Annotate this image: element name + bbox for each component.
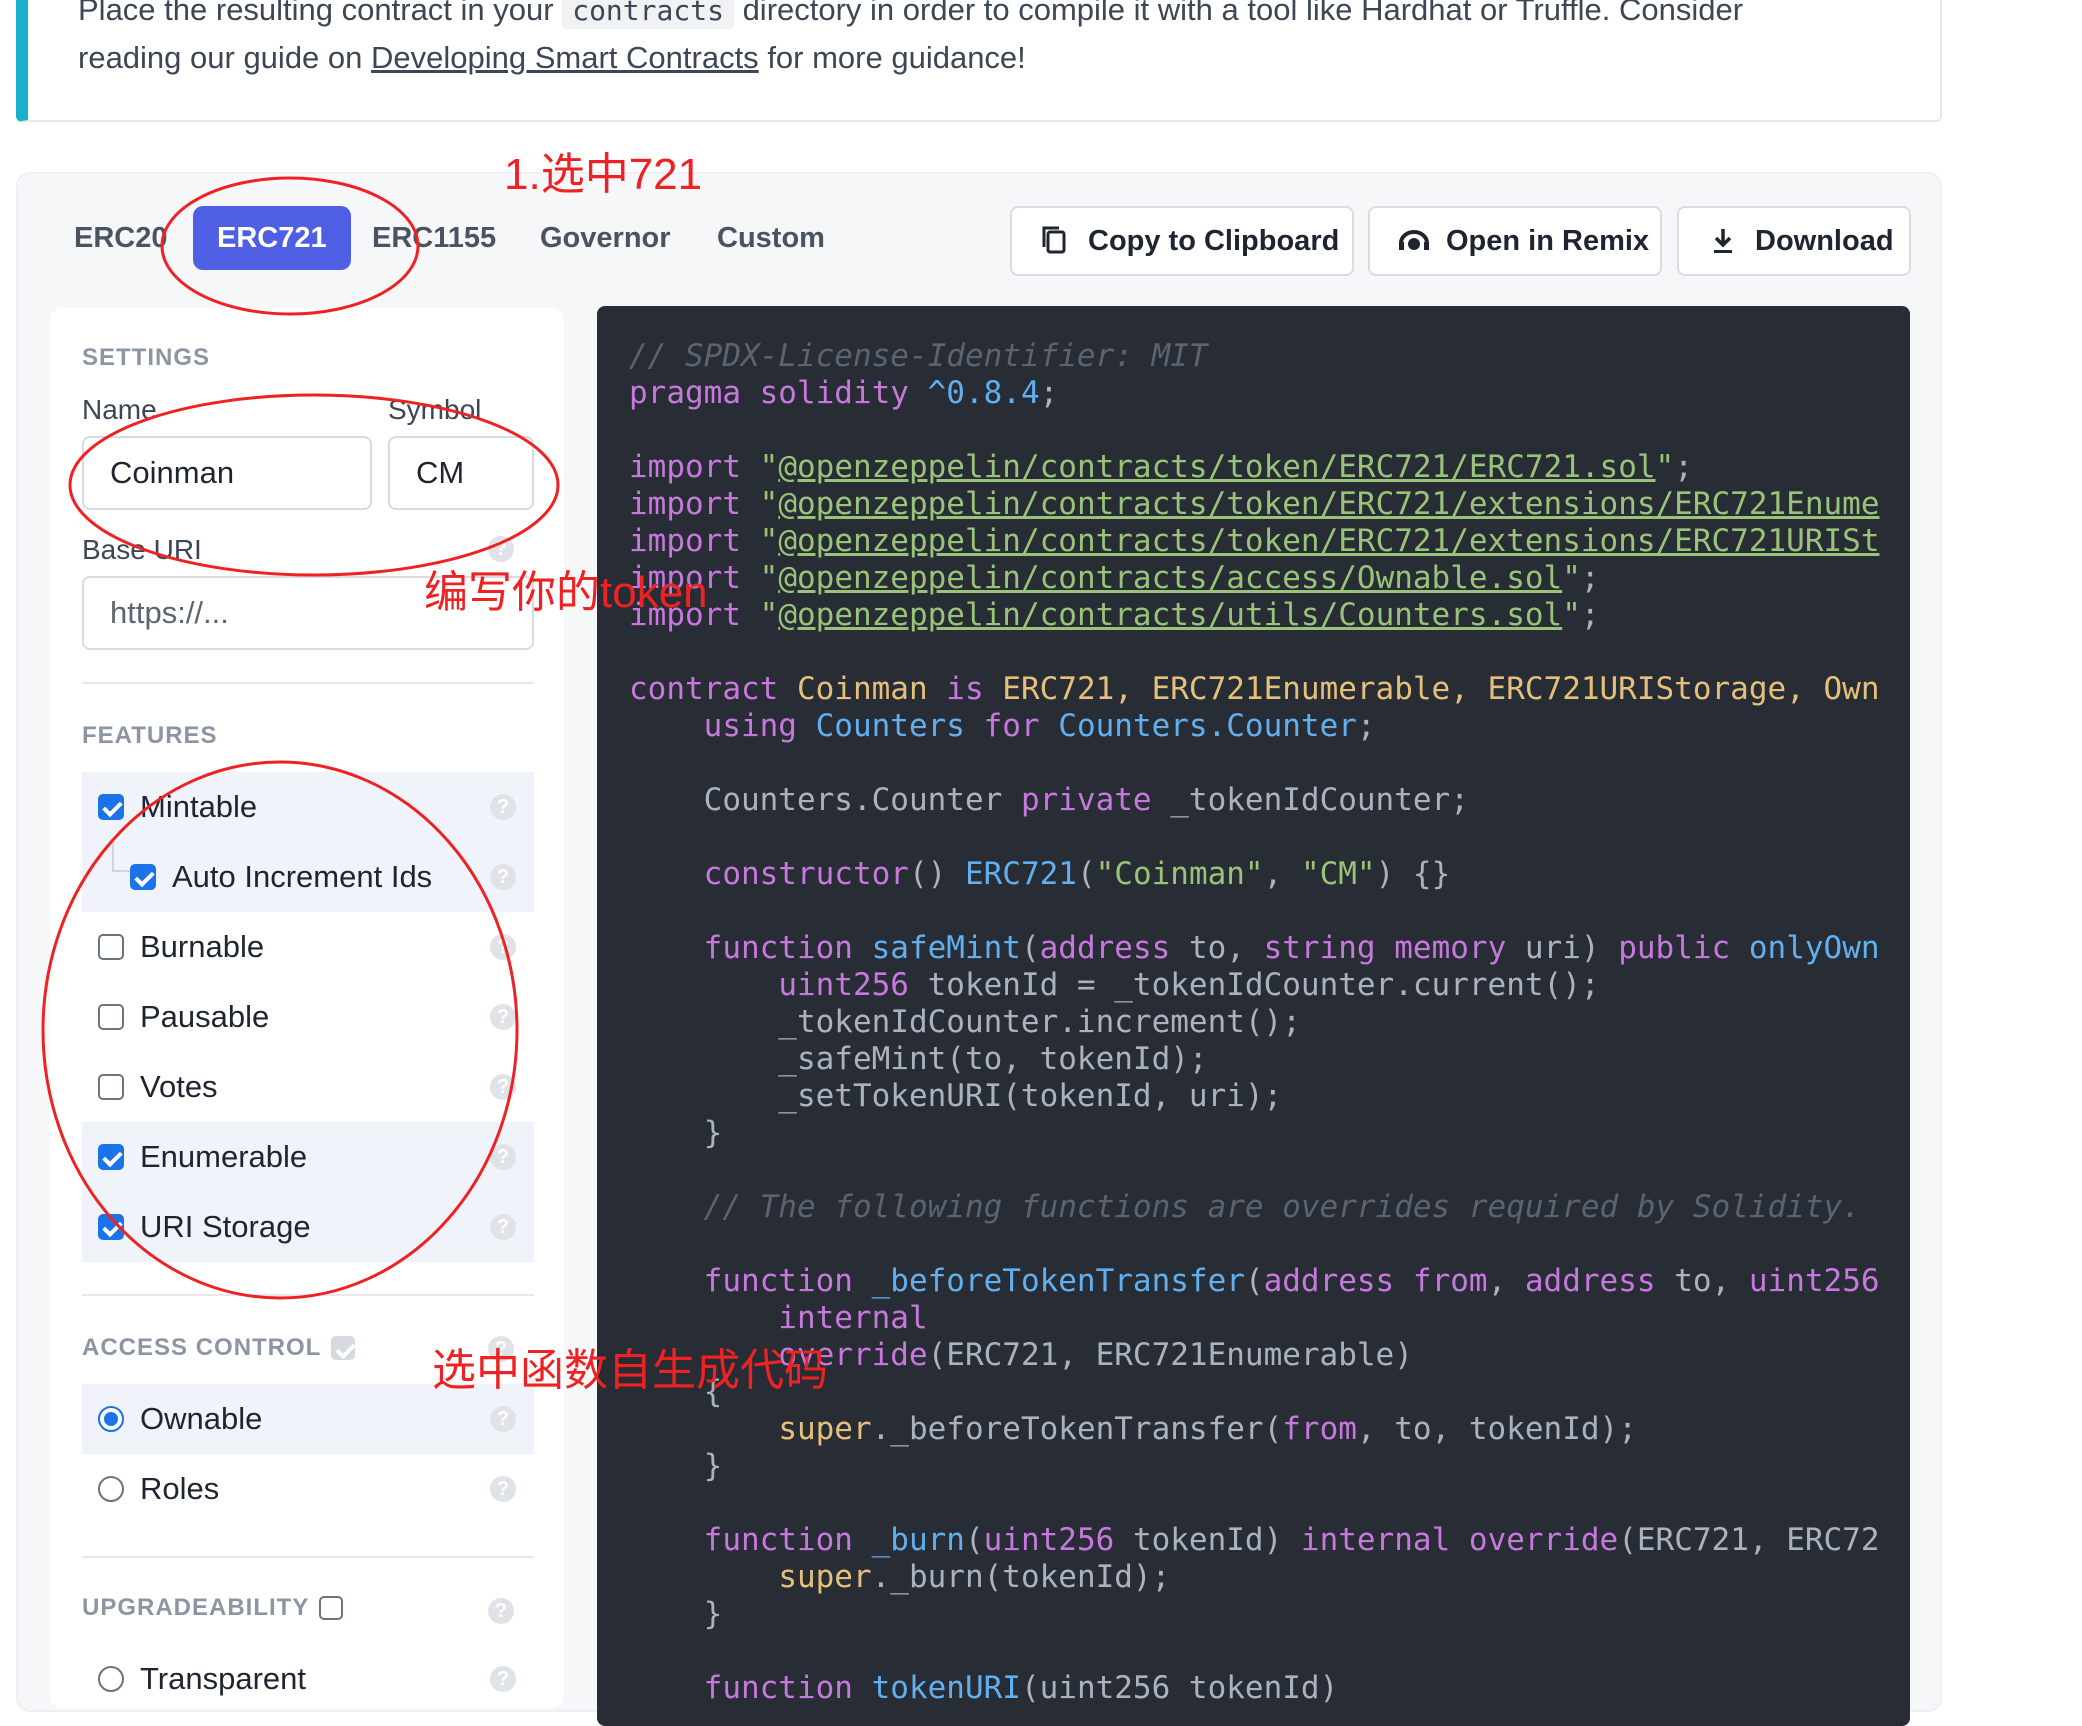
annotation-circle-features (41, 760, 519, 1300)
annotation-select-functions: 选中函数自生成代码 (432, 1346, 828, 1395)
annotation-select-721: 1.选中721 (504, 150, 703, 199)
annotation-circle-tab (160, 176, 420, 316)
annotation-circle-settings (68, 393, 560, 577)
annotation-overlay (41, 176, 560, 1300)
annotation-write-token: 编写你的token (424, 568, 708, 617)
